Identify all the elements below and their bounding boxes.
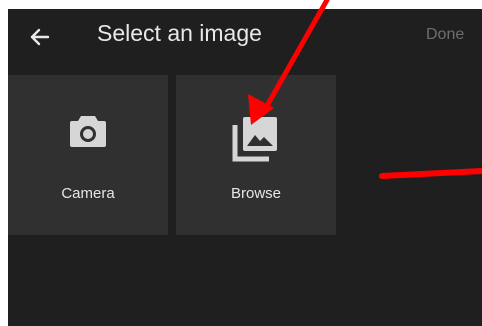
photo-library-icon xyxy=(232,117,277,162)
browse-tile[interactable]: Browse xyxy=(176,75,336,235)
arrow-left-icon xyxy=(30,28,50,46)
image-picker-screen: Select an image Done Camera Browse xyxy=(8,9,482,326)
camera-icon xyxy=(70,116,106,147)
back-button[interactable] xyxy=(24,22,56,54)
browse-label: Browse xyxy=(230,185,282,202)
app-bar: Select an image Done xyxy=(8,9,482,65)
page-title: Select an image xyxy=(97,20,262,46)
done-button[interactable]: Done xyxy=(426,26,464,44)
camera-tile[interactable]: Camera xyxy=(8,75,168,235)
camera-label: Camera xyxy=(61,185,115,202)
